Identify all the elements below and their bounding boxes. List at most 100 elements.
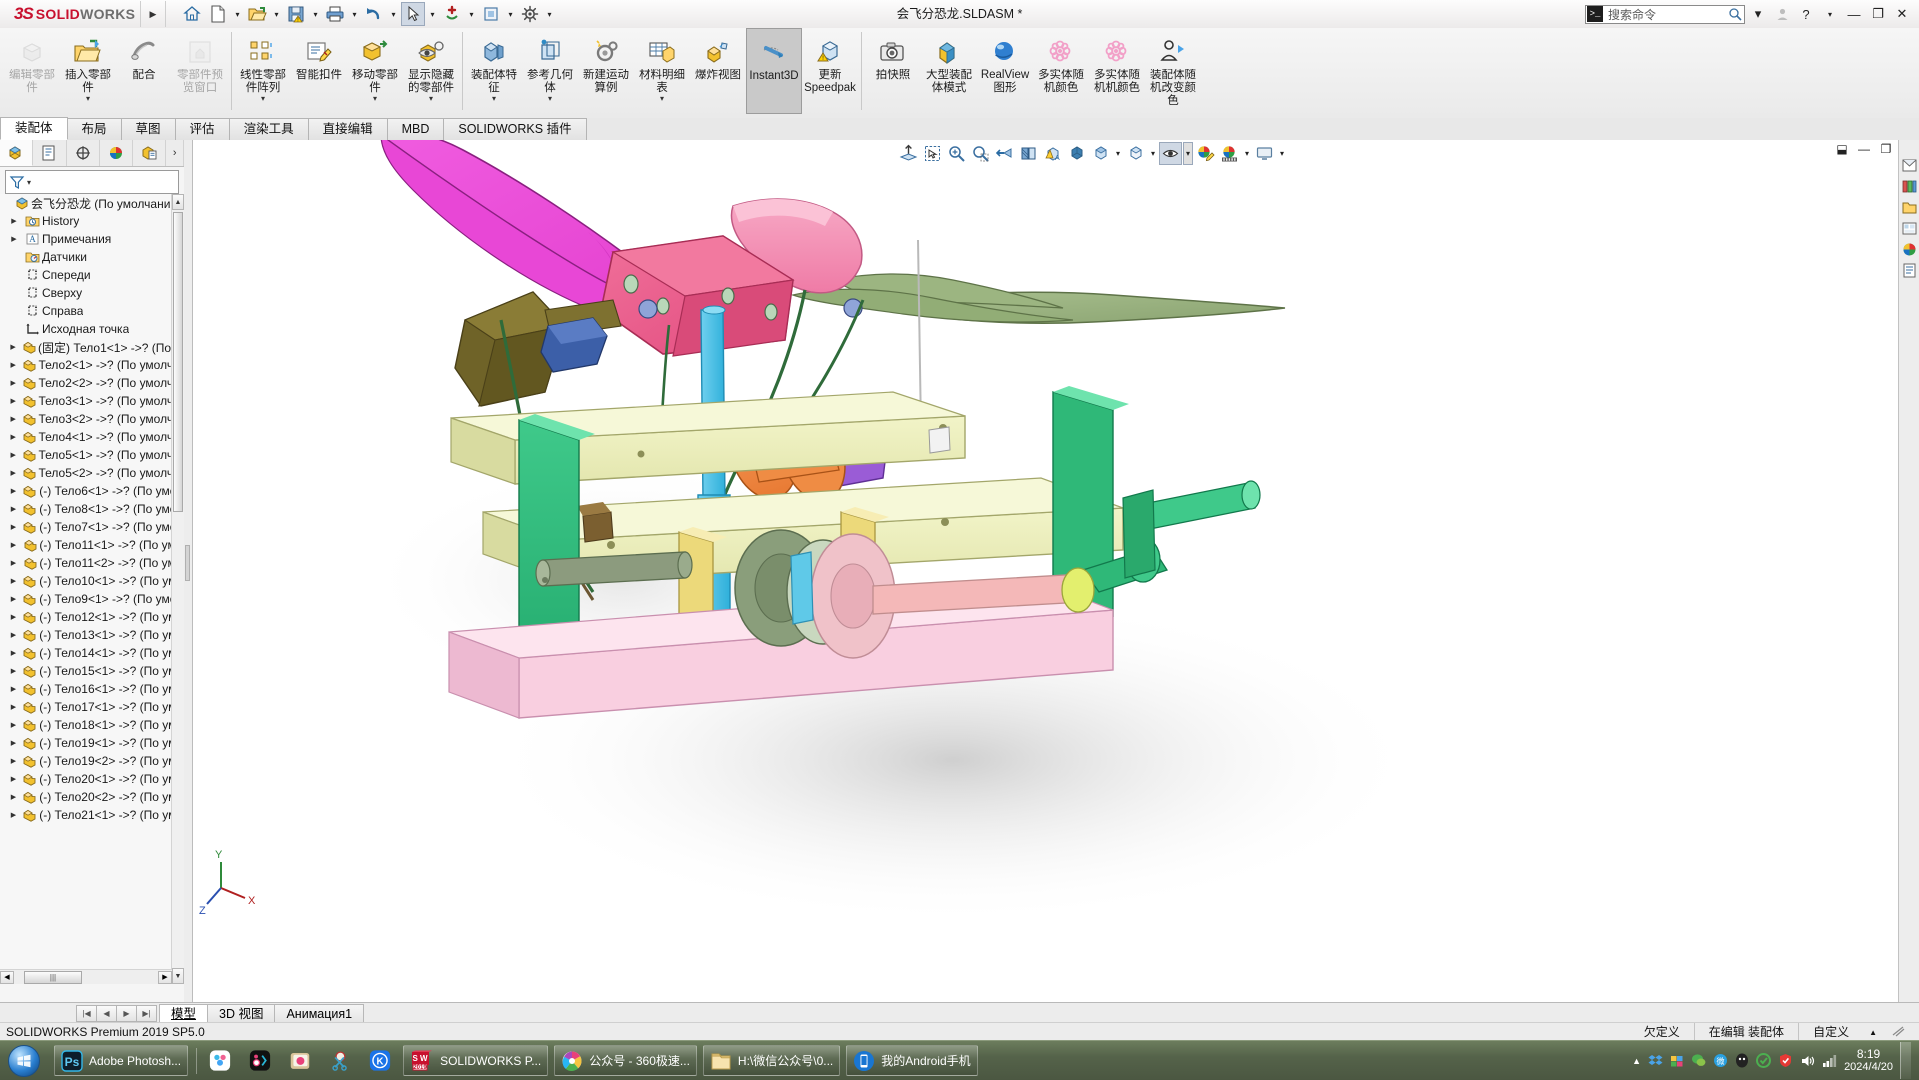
tree-expand-caret-icon[interactable]: ▶ xyxy=(6,523,21,531)
tree-expand-caret-icon[interactable]: ▶ xyxy=(6,397,20,405)
first-icon[interactable]: |◀ xyxy=(76,1004,97,1022)
taskbar-button-photoshop[interactable]: Ps Adobe Photosh... xyxy=(54,1045,189,1076)
search-icon[interactable] xyxy=(1726,7,1744,21)
search-input[interactable]: 搜索命令 xyxy=(1603,6,1726,23)
ribbon-button-mate[interactable]: 配合 xyxy=(116,28,172,114)
tree-item[interactable]: ▶ Тело4<1> ->? (По умолчан xyxy=(0,428,172,446)
command-tab-4[interactable]: 渲染工具 xyxy=(228,118,309,140)
new-document-icon[interactable] xyxy=(206,2,230,26)
start-orb-icon[interactable] xyxy=(0,1042,48,1079)
ribbon-button-assembly-random-color[interactable]: 装配体随机改变颜色 xyxy=(1145,28,1201,114)
status-custom[interactable]: 自定义 xyxy=(1798,1023,1863,1041)
command-tab-6[interactable]: MBD xyxy=(386,118,445,140)
minimize-icon[interactable]: — xyxy=(1843,2,1865,26)
new-document-caret-icon[interactable]: ▾ xyxy=(232,2,243,26)
tree-item[interactable]: ▶ (-) Тело15<1> ->? (По умо xyxy=(0,662,172,680)
feature-tree-hscrollbar[interactable]: ◀ ||| ▶ xyxy=(0,969,172,984)
tree-item[interactable]: ▶ (固定) Тело1<1> ->? (По ум xyxy=(0,338,172,356)
help-caret-icon[interactable]: ▾ xyxy=(1819,2,1841,26)
rebuild-caret-icon[interactable]: ▾ xyxy=(466,2,477,26)
red-shield-icon[interactable] xyxy=(1778,1053,1793,1068)
quick-launch-ok-app[interactable] xyxy=(243,1045,277,1076)
ribbon-button-move-component[interactable]: 移动零部件 ▾ xyxy=(347,28,403,114)
tree-expand-caret-icon[interactable]: ▶ xyxy=(6,415,20,423)
tree-item[interactable]: Датчики xyxy=(0,248,172,266)
ribbon-button-realview-graphics[interactable]: RealView 图形 xyxy=(977,28,1033,114)
ribbon-button-new-motion-study[interactable]: 新建运动算例 xyxy=(578,28,634,114)
print-icon[interactable] xyxy=(323,2,347,26)
tree-expand-caret-icon[interactable]: ▶ xyxy=(6,559,21,567)
tree-expand-caret-icon[interactable]: ▶ xyxy=(6,685,21,693)
appearances-scenes-icon[interactable] xyxy=(1900,240,1919,259)
ribbon-button-component-preview[interactable]: 零部件预览窗口 xyxy=(172,28,228,114)
feature-tree-filter[interactable]: ▾ xyxy=(5,170,179,194)
tree-item[interactable]: ▶ History xyxy=(0,212,172,230)
tree-item[interactable]: ▶ (-) Тело16<1> ->? (По умо xyxy=(0,680,172,698)
tree-item[interactable]: ▶ (-) Тело6<1> ->? (По умол xyxy=(0,482,172,500)
document-tab-1[interactable]: 3D 视图 xyxy=(207,1003,276,1023)
ribbon-button-assembly-feature[interactable]: 装配体特征 ▾ xyxy=(466,28,522,114)
tree-item[interactable]: ▶ Тело3<1> ->? (По умолчан xyxy=(0,392,172,410)
tree-expand-caret-icon[interactable]: ▶ xyxy=(6,793,21,801)
user-account-icon[interactable] xyxy=(1771,2,1793,26)
dimxpert-icon[interactable] xyxy=(133,140,167,166)
save-icon[interactable]: ! xyxy=(284,2,308,26)
ribbon-button-caret-icon[interactable]: ▾ xyxy=(373,95,377,105)
tree-expand-caret-icon[interactable]: ▶ xyxy=(6,613,21,621)
close-icon[interactable]: ✕ xyxy=(1891,2,1913,26)
tree-item[interactable]: ▶ (-) Тело18<1> ->? (По умо xyxy=(0,716,172,734)
design-library-icon[interactable] xyxy=(1900,177,1919,196)
tree-item[interactable]: ▶ A Примечания xyxy=(0,230,172,248)
prev-icon[interactable]: ◀ xyxy=(96,1004,117,1022)
tree-item[interactable]: ▶ (-) Тело20<1> ->? (По умо xyxy=(0,770,172,788)
tree-item[interactable]: ▶ (-) Тело11<1> ->? (По умо xyxy=(0,536,172,554)
ribbon-button-caret-icon[interactable]: ▾ xyxy=(429,95,433,105)
tree-expand-caret-icon[interactable]: ▶ xyxy=(6,379,20,387)
ribbon-button-update-speedpak[interactable]: ! 更新 Speedpak xyxy=(802,28,858,114)
tree-expand-caret-icon[interactable]: ▶ xyxy=(6,361,20,369)
tree-expand-caret-icon[interactable]: ▶ xyxy=(6,703,21,711)
qq-icon[interactable] xyxy=(1735,1053,1749,1068)
taskbar-clock[interactable]: 8:19 2024/4/20 xyxy=(1844,1047,1893,1074)
ribbon-button-caret-icon[interactable]: ▾ xyxy=(86,95,90,105)
tree-item[interactable]: ▶ (-) Тело10<1> ->? (По умо xyxy=(0,572,172,590)
tree-item[interactable]: ▶ (-) Тело17<1> ->? (По умо xyxy=(0,698,172,716)
status-caret-icon[interactable]: ▲ xyxy=(1863,1028,1883,1037)
antivirus-icon[interactable] xyxy=(1756,1053,1772,1068)
feature-tree-scrollbar[interactable]: ▲ ▼ xyxy=(171,194,184,984)
ribbon-button-edit-component[interactable]: 编辑零部件 xyxy=(4,28,60,114)
tree-expand-caret-icon[interactable]: ▶ xyxy=(6,217,22,225)
tree-item[interactable]: Сверху xyxy=(0,284,172,302)
select-arrow-icon[interactable] xyxy=(401,2,425,26)
command-tab-1[interactable]: 布局 xyxy=(66,118,122,140)
scrollbar-thumb[interactable] xyxy=(173,212,183,512)
scroll-left-icon[interactable]: ◀ xyxy=(0,970,14,984)
tree-expand-caret-icon[interactable]: ▶ xyxy=(6,631,21,639)
ribbon-button-caret-icon[interactable]: ▾ xyxy=(548,95,552,105)
tree-item[interactable]: ▶ (-) Тело7<1> ->? (По умол xyxy=(0,518,172,536)
tree-expand-caret-icon[interactable]: ▶ xyxy=(6,235,22,243)
tree-expand-caret-icon[interactable]: ▶ xyxy=(6,667,21,675)
sw-resources-icon[interactable] xyxy=(1900,156,1919,175)
ribbon-button-exploded-view[interactable]: 爆炸视图 xyxy=(690,28,746,114)
tree-item[interactable]: ▶ Тело2<1> ->? (По умолчан xyxy=(0,356,172,374)
hscrollbar-thumb[interactable]: ||| xyxy=(24,970,82,984)
tree-expand-caret-icon[interactable]: ▶ xyxy=(6,433,20,441)
tree-item[interactable]: ▶ Тело3<2> ->? (По умолчан xyxy=(0,410,172,428)
tree-item[interactable]: ▶ (-) Тело20<2> ->? (По умо xyxy=(0,788,172,806)
ribbon-button-large-assembly-mode[interactable]: 大型装配体模式 xyxy=(921,28,977,114)
show-desktop-button[interactable] xyxy=(1900,1042,1911,1079)
quick-launch-baidu-cloud[interactable] xyxy=(203,1045,237,1076)
tree-expand-caret-icon[interactable]: ▶ xyxy=(6,739,21,747)
open-folder-icon[interactable] xyxy=(245,2,269,26)
ribbon-button-insert-component[interactable]: 插入零部件 ▾ xyxy=(60,28,116,114)
tree-item[interactable]: ▶ (-) Тело14<1> ->? (По умо xyxy=(0,644,172,662)
command-tab-3[interactable]: 评估 xyxy=(174,118,230,140)
tree-item[interactable]: ▶ Тело5<1> ->? (По умолчан xyxy=(0,446,172,464)
ribbon-button-caret-icon[interactable]: ▾ xyxy=(261,95,265,105)
display-manager-icon[interactable] xyxy=(100,140,134,166)
tree-expand-caret-icon[interactable]: ▶ xyxy=(6,451,20,459)
scroll-up-icon[interactable]: ▲ xyxy=(172,194,184,210)
tree-item[interactable]: ▶ Тело5<2> ->? (По умолчан xyxy=(0,464,172,482)
feature-tree[interactable]: 会飞分恐龙 (По умолчанию<П ▶ History ▶ A Примечани… xyxy=(0,194,172,984)
